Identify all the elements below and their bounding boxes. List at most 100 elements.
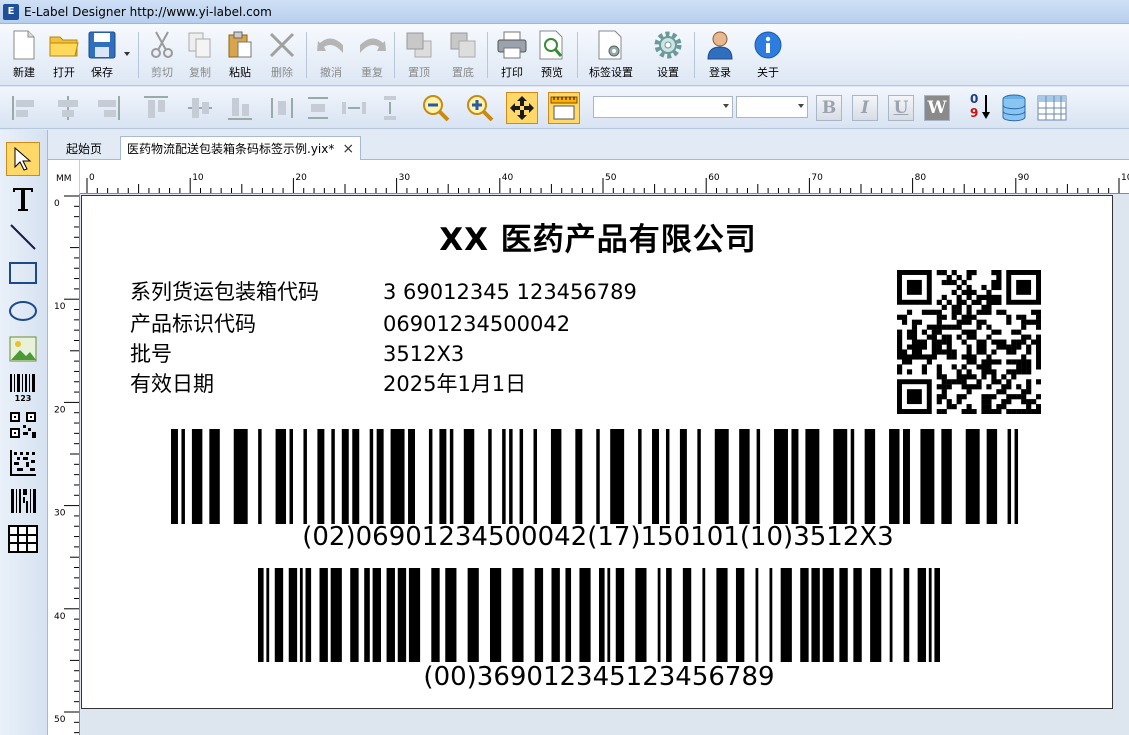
qr-module [1021,394,1027,400]
bring-to-top-button[interactable]: 置顶 [397,28,441,82]
qr-module [986,359,992,365]
qr-module [936,324,942,330]
align-right-icon[interactable] [92,92,124,124]
tab-document[interactable]: 医药物流配送包装箱条码标签示例.yix* × [120,136,362,160]
qr-module [991,374,997,380]
qr-module [946,334,952,340]
datamatrix-tool-icon[interactable] [6,446,40,480]
barcode-bar [488,429,492,524]
field-row[interactable]: 系列货运包装箱代码 3 69012345 123456789 [130,276,637,306]
qr-module [956,399,962,405]
qr-module [1021,334,1027,340]
field-row[interactable]: 产品标识代码 06901234500042 [130,308,570,338]
zoom-out-icon[interactable] [420,92,452,124]
design-canvas[interactable]: XX 医药产品有限公司 系列货运包装箱代码 3 69012345 12345678… [81,195,1129,735]
field-row[interactable]: 有效日期 2025年1月1日 [130,368,526,398]
field-row[interactable]: 批号 3512X3 [130,338,464,368]
serial-number-icon[interactable]: 0 9 [964,92,996,124]
same-height-icon[interactable] [374,92,406,124]
qr-module [936,329,942,335]
select-pointer-icon[interactable] [6,142,40,176]
send-to-bottom-button[interactable]: 置底 [441,28,485,82]
barcode-bar [903,429,910,524]
new-button[interactable]: 新建 [2,28,46,82]
paste-button[interactable]: 粘贴 [218,28,262,82]
qr-module [1006,344,1012,350]
font-size-select[interactable] [736,96,808,118]
login-button[interactable]: 登录 [698,28,742,82]
qr-code[interactable] [897,270,1041,414]
save-dropdown-icon[interactable] [124,52,130,56]
data-table-icon[interactable] [1036,92,1068,124]
ellipse-tool-icon[interactable] [6,294,40,328]
qr-module [931,324,937,330]
rectangle-tool-icon[interactable] [6,256,40,290]
qr-finder-core [1016,279,1032,295]
barcode-bar [682,568,692,662]
undo-button[interactable]: 撤消 [309,28,353,82]
ruler-label: 60 [708,173,720,183]
align-bottom-icon[interactable] [224,92,256,124]
text-tool-icon[interactable] [6,182,40,216]
align-top-icon[interactable] [140,92,172,124]
barcode-bar [274,568,284,662]
barcode-bar [431,568,440,662]
print-button[interactable]: 打印 [490,28,534,82]
qr-module [901,349,908,355]
font-family-select[interactable] [593,96,733,118]
fit-to-window-icon[interactable] [506,92,538,124]
qr-module [1006,369,1012,375]
sscc-barcode[interactable] [258,568,940,662]
qr-module [1011,394,1017,400]
preview-button[interactable]: 预览 [530,28,574,82]
actual-size-icon[interactable] [548,92,580,124]
qr-module [976,294,982,300]
close-icon[interactable]: × [342,141,354,157]
qr-module [946,279,952,286]
word-wrap-button[interactable]: W [924,95,950,121]
about-button[interactable]: 关于 [746,28,790,82]
copy-button[interactable]: 复制 [178,28,222,82]
italic-button[interactable]: I [852,95,878,121]
qr-module [1026,399,1032,405]
qr-module [1026,389,1032,395]
same-width-icon[interactable] [338,92,370,124]
barcode-bar [780,568,792,662]
settings-button[interactable]: 设置 [646,28,690,82]
align-middle-v-icon[interactable] [184,92,216,124]
underline-button[interactable]: U [888,95,914,121]
redo-button[interactable]: 重复 [350,28,394,82]
pdf417-tool-icon[interactable] [6,484,40,518]
qrcode-tool-icon[interactable] [6,408,40,442]
qr-module [976,339,982,345]
delete-button[interactable]: 删除 [260,28,304,82]
barcode-tool-icon[interactable]: 123 [6,370,40,404]
company-name-text[interactable]: XX 医药产品有限公司 [82,214,1114,259]
qr-module [1031,339,1037,345]
tab-start-page[interactable]: 起始页 [60,136,108,160]
save-button[interactable]: 保存 [80,28,124,82]
database-icon[interactable] [998,92,1030,124]
align-left-icon[interactable] [8,92,40,124]
distribute-vertical-icon[interactable] [302,92,334,124]
qr-module [1011,369,1017,375]
gs1-128-barcode[interactable] [171,429,1025,524]
svg-text:123: 123 [15,394,32,402]
qr-module [956,309,962,315]
zoom-in-icon[interactable] [464,92,496,124]
image-tool-icon[interactable] [6,332,40,366]
align-center-h-icon[interactable] [52,92,84,124]
gear-icon [653,30,683,60]
qr-module [996,279,1002,286]
qr-module [951,309,957,315]
qr-module [986,394,992,400]
barcode-bar [755,568,759,662]
distribute-horizontal-icon[interactable] [266,92,298,124]
label-settings-button[interactable]: 标签设置 [586,28,636,82]
ruler-label: 40 [54,612,66,622]
table-tool-icon[interactable] [6,522,40,556]
bold-button[interactable]: B [816,95,842,121]
line-tool-icon[interactable] [6,220,40,254]
qr-module [961,279,967,286]
label-page[interactable]: XX 医药产品有限公司 系列货运包装箱代码 3 69012345 12345678… [81,195,1113,709]
